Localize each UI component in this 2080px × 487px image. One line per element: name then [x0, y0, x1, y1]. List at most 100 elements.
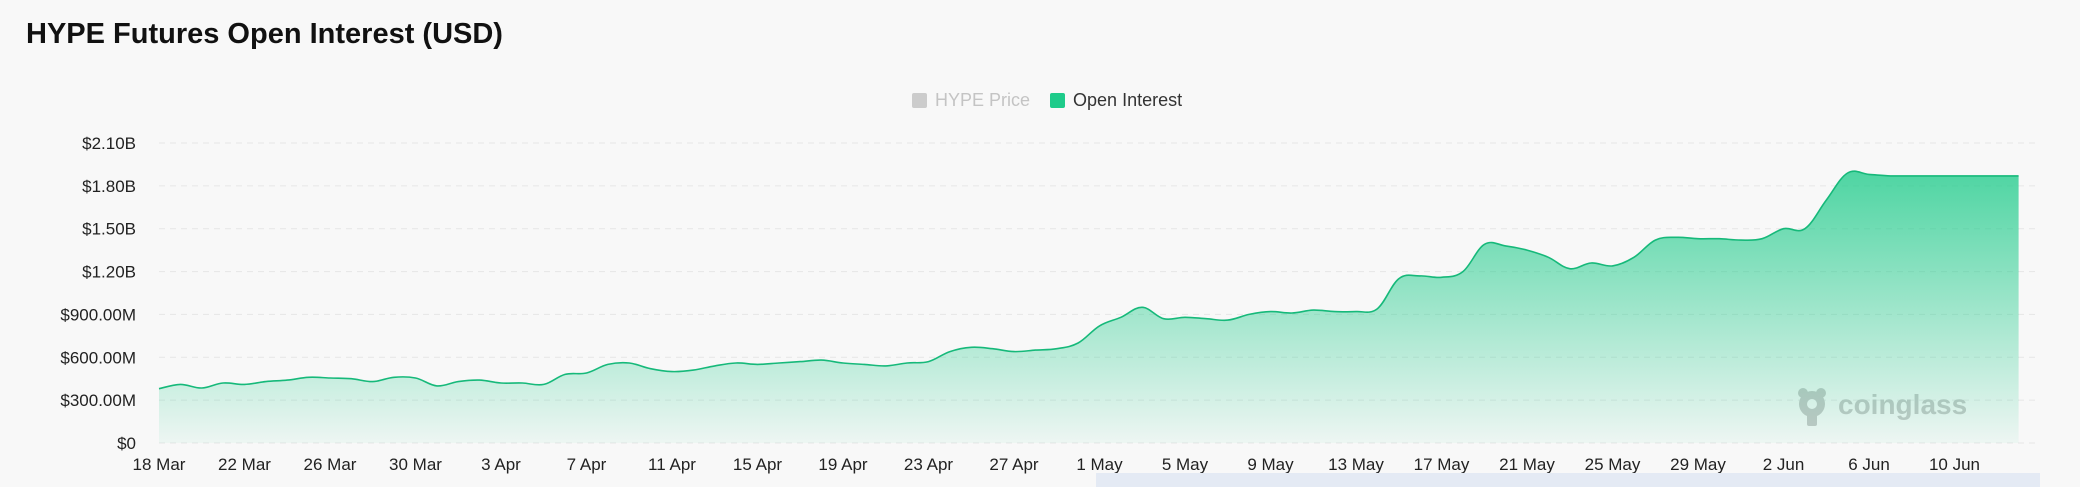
data-point[interactable] — [1952, 173, 1958, 179]
data-point[interactable] — [391, 374, 397, 380]
data-point[interactable] — [1097, 323, 1103, 329]
data-point[interactable] — [455, 379, 461, 385]
data-point[interactable] — [1032, 347, 1038, 353]
data-point[interactable] — [968, 344, 974, 350]
data-point[interactable] — [1503, 243, 1509, 249]
data-point[interactable] — [1332, 309, 1338, 315]
data-point[interactable] — [1567, 266, 1573, 272]
data-point[interactable] — [1887, 173, 1893, 179]
data-point[interactable] — [1139, 304, 1145, 310]
y-tick-label: $1.80B — [82, 177, 136, 196]
data-point[interactable] — [1054, 346, 1060, 352]
data-point[interactable] — [220, 380, 226, 386]
zoom-slider-bar[interactable] — [1096, 473, 2040, 487]
y-tick-label: $2.10B — [82, 134, 136, 153]
data-point[interactable] — [1268, 309, 1274, 315]
data-point[interactable] — [840, 360, 846, 366]
data-point[interactable] — [327, 375, 333, 381]
data-point[interactable] — [1695, 236, 1701, 242]
data-point[interactable] — [1781, 226, 1787, 232]
data-point[interactable] — [1994, 173, 2000, 179]
data-point[interactable] — [519, 380, 525, 386]
data-point[interactable] — [1374, 306, 1380, 312]
data-point[interactable] — [1588, 260, 1594, 266]
data-point[interactable] — [1481, 241, 1487, 247]
data-point[interactable] — [1610, 263, 1616, 269]
data-point[interactable] — [883, 363, 889, 369]
data-point[interactable] — [1823, 197, 1829, 203]
data-point[interactable] — [413, 375, 419, 381]
data-point[interactable] — [1674, 234, 1680, 240]
data-point[interactable] — [861, 361, 867, 367]
data-point[interactable] — [2016, 173, 2022, 179]
data-point[interactable] — [1652, 237, 1658, 243]
data-point[interactable] — [648, 366, 654, 372]
data-point[interactable] — [1909, 173, 1915, 179]
data-point[interactable] — [434, 383, 440, 389]
y-tick-label: $1.50B — [82, 220, 136, 239]
data-point[interactable] — [669, 369, 675, 375]
data-point[interactable] — [242, 381, 248, 387]
data-point[interactable] — [584, 370, 590, 376]
data-point[interactable] — [199, 385, 205, 391]
data-point[interactable] — [1973, 173, 1979, 179]
data-point[interactable] — [1011, 349, 1017, 355]
data-point[interactable] — [904, 360, 910, 366]
data-point[interactable] — [1310, 307, 1316, 313]
y-tick-label: $900.00M — [60, 305, 136, 324]
data-point[interactable] — [1118, 314, 1124, 320]
data-point[interactable] — [1759, 236, 1765, 242]
data-point[interactable] — [1161, 316, 1167, 322]
data-point[interactable] — [1246, 311, 1252, 317]
data-point[interactable] — [712, 363, 718, 369]
data-point[interactable] — [306, 374, 312, 380]
data-point[interactable] — [1182, 314, 1188, 320]
data-point[interactable] — [755, 361, 761, 367]
x-tick-label: 2 Jun — [1763, 455, 1805, 474]
data-point[interactable] — [1716, 236, 1722, 242]
data-point[interactable] — [626, 360, 632, 366]
data-point[interactable] — [562, 371, 568, 377]
data-point[interactable] — [990, 346, 996, 352]
data-point[interactable] — [1738, 237, 1744, 243]
data-point[interactable] — [477, 377, 483, 383]
data-point[interactable] — [1417, 273, 1423, 279]
data-point[interactable] — [284, 377, 290, 383]
data-point[interactable] — [263, 379, 269, 385]
data-point[interactable] — [1353, 309, 1359, 315]
data-point[interactable] — [926, 359, 932, 365]
data-point[interactable] — [541, 381, 547, 387]
data-point[interactable] — [498, 380, 504, 386]
data-point[interactable] — [776, 360, 782, 366]
data-point[interactable] — [1866, 171, 1872, 177]
x-tick-label: 9 May — [1247, 455, 1294, 474]
x-tick-label: 1 May — [1076, 455, 1123, 474]
data-point[interactable] — [1289, 310, 1295, 316]
data-point[interactable] — [797, 359, 803, 365]
data-point[interactable] — [1845, 170, 1851, 176]
data-point[interactable] — [1631, 254, 1637, 260]
data-point[interactable] — [348, 376, 354, 382]
data-point[interactable] — [605, 361, 611, 367]
x-tick-label: 18 Mar — [133, 455, 186, 474]
x-tick-label: 17 May — [1414, 455, 1470, 474]
data-point[interactable] — [690, 367, 696, 373]
data-point[interactable] — [1396, 276, 1402, 282]
x-tick-label: 6 Jun — [1848, 455, 1890, 474]
data-point[interactable] — [1545, 254, 1551, 260]
data-point[interactable] — [733, 360, 739, 366]
data-point[interactable] — [1203, 316, 1209, 322]
data-point[interactable] — [1524, 247, 1530, 253]
data-point[interactable] — [1930, 173, 1936, 179]
data-point[interactable] — [1225, 317, 1231, 323]
data-point[interactable] — [177, 381, 183, 387]
data-point[interactable] — [1460, 269, 1466, 275]
data-point[interactable] — [947, 349, 953, 355]
data-point[interactable] — [1802, 226, 1808, 232]
open-interest-chart[interactable]: $0 $300.00M $600.00M $900.00M $1.20B $1.50B $1… — [0, 0, 2080, 487]
data-point[interactable] — [1439, 274, 1445, 280]
data-point[interactable] — [156, 386, 162, 392]
data-point[interactable] — [370, 379, 376, 385]
data-point[interactable] — [1075, 340, 1081, 346]
data-point[interactable] — [819, 357, 825, 363]
